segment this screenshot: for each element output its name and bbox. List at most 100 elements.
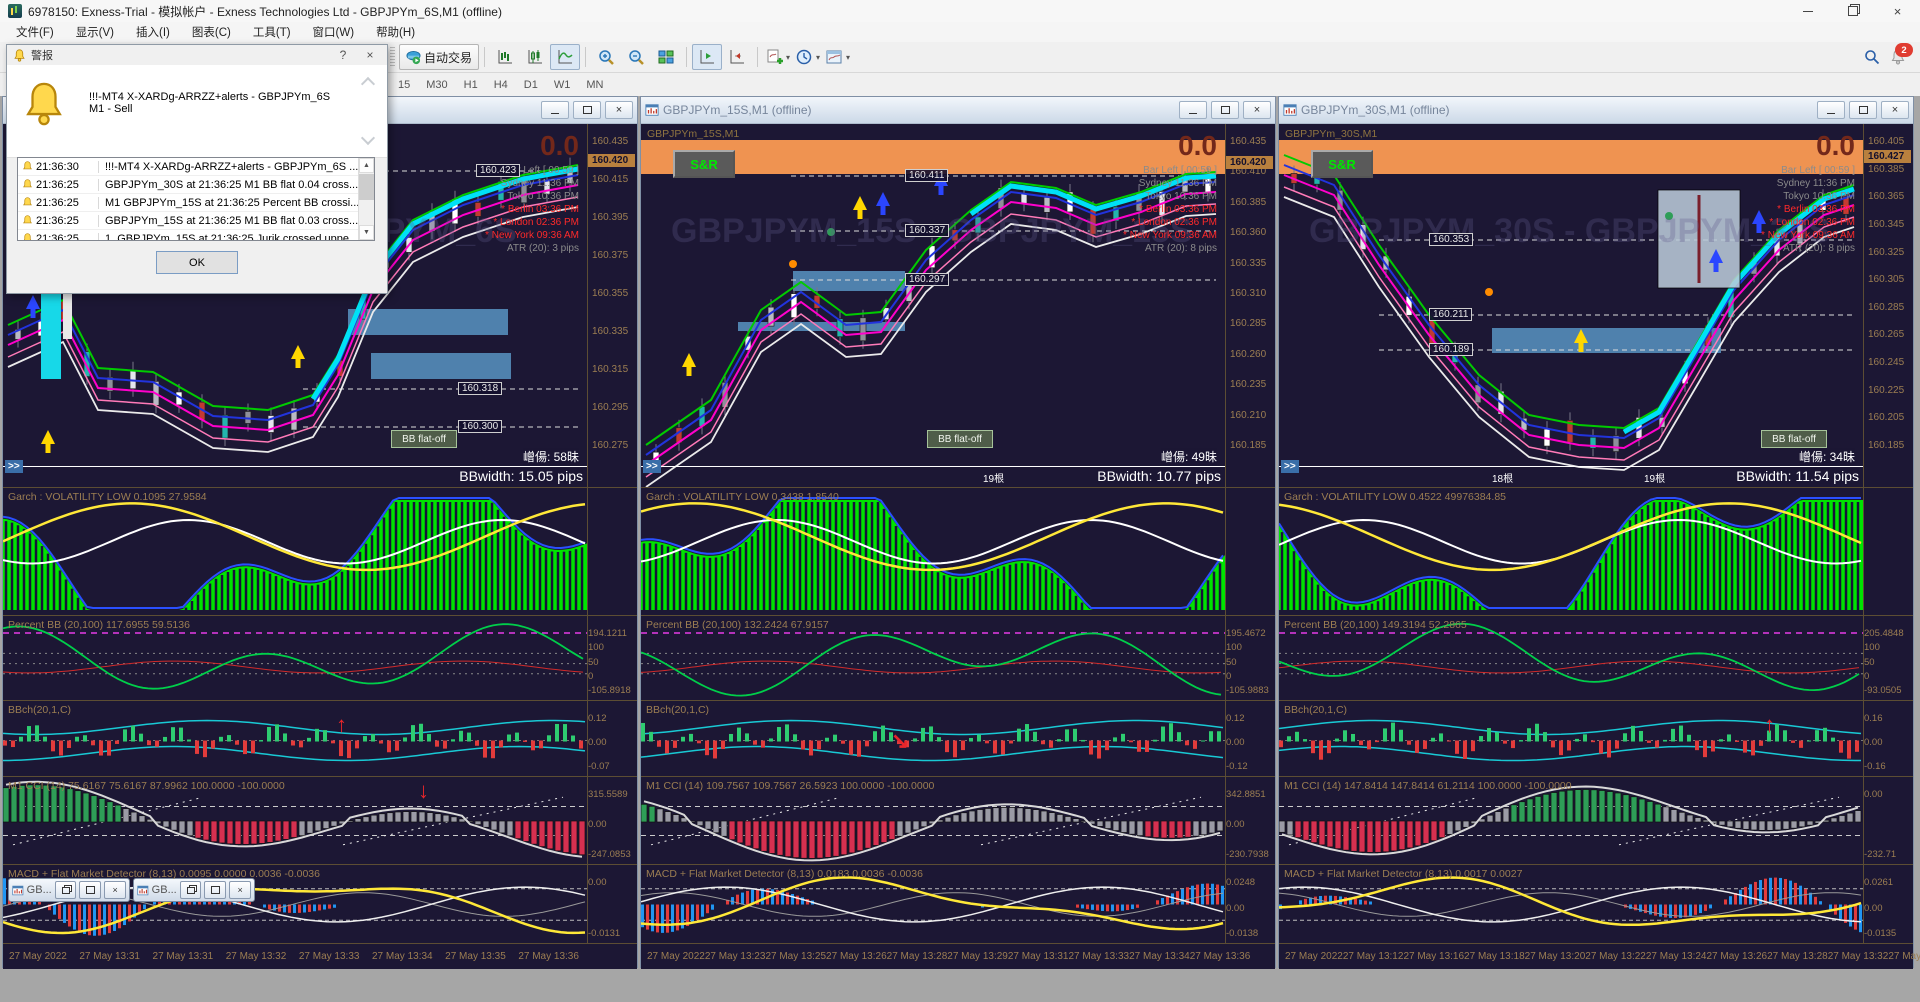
chart-maximize-button[interactable] <box>573 101 601 119</box>
templates-button[interactable]: ▾ <box>823 44 853 70</box>
alert-text: 1. GBPJPYm_15S at 21:36:25 Jurik crossed… <box>98 232 374 240</box>
auto-scroll-icon <box>700 50 715 64</box>
zoom-out-button[interactable] <box>621 44 651 70</box>
scroll-down-icon[interactable] <box>360 130 376 146</box>
axis-value: -105.9883 <box>1226 685 1269 696</box>
menu-item[interactable]: 插入(I) <box>126 22 180 42</box>
axis-value: 0.00 <box>1864 789 1883 800</box>
minimized-chart-2[interactable]: GB... × <box>133 878 255 902</box>
price-scale[interactable]: 160.435 160.410 160.385 160.360 160.335 160.3… <box>1225 124 1275 465</box>
axis-value: 0.00 <box>588 737 607 748</box>
sr-button[interactable]: S&R <box>1311 150 1373 178</box>
price-level-label: 160.337 <box>905 224 950 237</box>
timeframe-button[interactable]: W1 <box>546 76 579 94</box>
time-axis: 27 May 2022 27 May 13:12 27 May 13:16 27 Ma… <box>1279 944 1920 969</box>
menu-item[interactable]: 文件(F) <box>6 22 64 42</box>
dialog-help-button[interactable]: ? <box>332 48 354 62</box>
chart-shift-button[interactable] <box>722 44 752 70</box>
toolbar-grip[interactable] <box>390 47 395 67</box>
price-scale-label: 160.405 <box>1868 136 1905 147</box>
minimized-chart-1[interactable]: GB... × <box>8 878 130 902</box>
expand-button[interactable]: >> <box>643 460 661 473</box>
notifications-button[interactable]: 2 <box>1890 43 1913 65</box>
timeframe-button[interactable]: M30 <box>418 76 455 94</box>
mini-maximize-button[interactable] <box>204 881 227 899</box>
menu-item[interactable]: 工具(T) <box>243 22 301 42</box>
mini-maximize-button[interactable] <box>79 881 102 899</box>
alert-list-scrollbar[interactable]: ▲ ▼ <box>358 158 374 240</box>
chart-minimize-button[interactable] <box>1817 101 1845 119</box>
chart-minimize-button[interactable] <box>541 101 569 119</box>
close-button[interactable]: × <box>1875 0 1920 22</box>
menu-item[interactable]: 帮助(H) <box>366 22 425 42</box>
timeframe-button[interactable]: 15 <box>390 76 418 94</box>
bbwidth-label: BBwidth: 10.77 pips <box>1097 468 1221 484</box>
chart-minimize-button[interactable] <box>1179 101 1207 119</box>
chart-titlebar[interactable]: GBPJPYm_15S,M1 (offline) × <box>641 97 1275 124</box>
menu-item[interactable]: 图表(C) <box>182 22 241 42</box>
expand-button[interactable]: >> <box>1281 460 1299 473</box>
indicator-title: Garch : VOLATILITY LOW 0.1095 27.9584 <box>8 491 207 503</box>
alert-row[interactable]: 21:36:25 GBPJPYm_15S at 21:36:25 M1 BB f… <box>18 212 374 230</box>
scrollbar-down-arrow[interactable]: ▼ <box>359 225 374 240</box>
bb-flat-off-badge: BB flat-off <box>1761 430 1827 448</box>
periods-button[interactable]: ▾ <box>793 44 823 70</box>
chart-titlebar[interactable]: GBPJPYm_30S,M1 (offline) × <box>1279 97 1913 124</box>
timeframe-button[interactable]: H4 <box>486 76 516 94</box>
candlestick-button[interactable] <box>520 44 550 70</box>
scrollbar-thumb[interactable] <box>359 174 374 200</box>
price-scale[interactable]: 160.435 160.415 160.395 160.375 160.355 160.3… <box>587 124 637 465</box>
timeframe-button[interactable]: H1 <box>456 76 486 94</box>
ok-button[interactable]: OK <box>156 251 238 274</box>
alert-row[interactable]: 21:36:25 M1 GBPJPYm_15S at 21:36:25 Perc… <box>18 194 374 212</box>
chart-maximize-button[interactable] <box>1849 101 1877 119</box>
axis-value: 0.00 <box>588 877 607 888</box>
axis-value: 315.5589 <box>588 789 628 800</box>
mini-close-button[interactable]: × <box>229 881 251 899</box>
search-icon[interactable] <box>1864 49 1880 65</box>
scroll-up-icon[interactable] <box>360 76 376 92</box>
sr-button[interactable]: S&R <box>673 150 735 178</box>
menu-item[interactable]: 显示(V) <box>66 22 124 42</box>
bar-chart-button[interactable] <box>490 44 520 70</box>
chart-maximize-button[interactable] <box>1211 101 1239 119</box>
garch-plot <box>641 497 1225 610</box>
chart-close-button[interactable]: × <box>605 101 633 119</box>
tile-windows-button[interactable] <box>651 44 681 70</box>
add-indicator-button[interactable]: ▾ <box>763 44 793 70</box>
mini-restore-button[interactable] <box>179 881 202 899</box>
scrollbar-up-arrow[interactable]: ▲ <box>359 158 374 173</box>
timeframe-button[interactable]: D1 <box>516 76 546 94</box>
expand-button[interactable]: >> <box>5 460 23 473</box>
chart-close-button[interactable]: × <box>1881 101 1909 119</box>
dialog-close-button[interactable]: × <box>359 48 381 62</box>
menu-item[interactable]: 窗口(W) <box>303 22 365 42</box>
alert-row[interactable]: 21:36:30 !!!-MT4 X-XARDg-ARRZZ+alerts - … <box>18 158 374 176</box>
minimize-button[interactable] <box>1785 0 1830 22</box>
axis-value: 0.0261 <box>1864 877 1894 888</box>
alert-list: 21:36:30 !!!-MT4 X-XARDg-ARRZZ+alerts - … <box>17 157 375 241</box>
zoom-in-button[interactable] <box>591 44 621 70</box>
axis-value: -0.0135 <box>1864 928 1897 939</box>
autotrading-button[interactable]: 自动交易 <box>399 44 480 70</box>
chart-close-button[interactable]: × <box>1243 101 1271 119</box>
timeframe-button[interactable]: MN <box>578 76 611 94</box>
time-axis-label: 27 May 2022 <box>1285 951 1343 962</box>
line-chart-button[interactable] <box>550 44 581 70</box>
alert-row[interactable]: 21:36:25 1. GBPJPYm_15S at 21:36:25 Juri… <box>18 230 374 240</box>
alert-dialog-titlebar[interactable]: 警报 ? × <box>7 45 387 65</box>
session-row: * New York 09:36 AM <box>1123 230 1217 241</box>
mini-close-button[interactable]: × <box>104 881 126 899</box>
time-axis-label: 27 May 13:36 <box>1888 951 1920 962</box>
mini-restore-button[interactable] <box>54 881 77 899</box>
restore-button[interactable] <box>1830 0 1875 22</box>
alert-row[interactable]: 21:36:25 GBPJPYm_30S at 21:36:25 M1 BB f… <box>18 176 374 194</box>
price-level-label: 160.297 <box>905 273 950 286</box>
price-scale[interactable]: 160.405 160.385 160.365 160.345 160.325 160.3… <box>1863 124 1913 465</box>
indicator-title: BBch(20,1,C) <box>1284 704 1348 716</box>
axis-value: 195.4672 <box>1226 628 1266 639</box>
time-axis-label: 27 May 13:36 <box>518 951 579 962</box>
auto-scroll-button[interactable] <box>692 44 723 70</box>
indicator-title: Percent BB (20,100) 132.2424 67.9157 <box>646 619 829 631</box>
indicator-title: BBch(20,1,C) <box>8 704 72 716</box>
